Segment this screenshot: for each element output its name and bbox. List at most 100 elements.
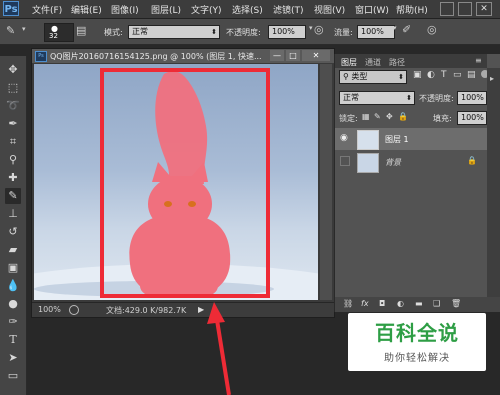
minimize-document-button[interactable]: — <box>270 50 284 61</box>
brush-tool-icon[interactable]: ✎ <box>6 24 15 37</box>
filter-pixel-icon[interactable]: ▣ <box>413 70 422 80</box>
eraser-tool-icon[interactable]: ▰ <box>5 242 21 258</box>
tab-layers[interactable]: 图层 <box>341 57 357 68</box>
airbrush-icon[interactable]: ✐ <box>402 23 411 36</box>
mode-label: 模式: <box>104 28 123 37</box>
lasso-tool-icon[interactable]: ➰ <box>5 98 21 114</box>
tools-panel: ✥ ⬚ ➰ ✒ ⌗ ⚲ ✚ ✎ ⊥ ↺ ▰ ▣ 💧 ● ✑ T ➤ ▭ <box>0 56 27 395</box>
chevron-down-icon: ⬍ <box>406 94 412 102</box>
fill-label: 填充: <box>433 114 452 123</box>
filter-adjustment-icon[interactable]: ◐ <box>427 70 435 80</box>
filter-smart-object-icon[interactable]: ▤ <box>467 70 476 80</box>
move-tool-icon[interactable]: ✥ <box>5 62 21 78</box>
menu-filter[interactable]: 滤镜(T) <box>273 3 304 16</box>
pressure-size-icon[interactable]: ◎ <box>427 23 437 36</box>
vertical-scrollbar[interactable] <box>320 64 332 300</box>
document-info: 文档:429.0 K/982.7K <box>106 306 187 315</box>
menu-view[interactable]: 视图(V) <box>314 3 345 16</box>
brush-panel-toggle-icon[interactable]: ▤ <box>76 24 86 37</box>
new-layer-icon[interactable]: ❑ <box>433 299 440 308</box>
menu-layer[interactable]: 图层(L) <box>151 3 181 16</box>
filter-kind-value: 类型 <box>351 72 368 81</box>
menu-edit[interactable]: 编辑(E) <box>71 3 102 16</box>
type-tool-icon[interactable]: T <box>5 332 21 348</box>
cat-right-eye <box>188 201 196 207</box>
eyedropper-tool-icon[interactable]: ⚲ <box>5 152 21 168</box>
document-title: QQ图片20160716154125.png @ 100% (图层 1, 快速.… <box>50 52 262 61</box>
menu-window[interactable]: 窗口(W) <box>355 3 389 16</box>
path-selection-tool-icon[interactable]: ➤ <box>5 350 21 366</box>
opacity-input[interactable]: 100% <box>268 25 306 39</box>
minimize-app-button[interactable] <box>440 2 454 16</box>
brush-tool-icon[interactable]: ✎ <box>5 188 21 204</box>
menu-help[interactable]: 帮助(H) <box>396 3 428 16</box>
shape-tool-icon[interactable]: ▭ <box>5 368 21 384</box>
chevron-down-icon[interactable]: ▾ <box>309 24 313 32</box>
layer-style-icon[interactable]: fx <box>361 299 369 308</box>
image-canvas[interactable] <box>34 64 318 300</box>
adjustment-layer-icon[interactable]: ◐ <box>397 299 404 308</box>
menu-image[interactable]: 图像(I) <box>111 3 139 16</box>
lock-image-icon[interactable]: ✎ <box>374 112 381 121</box>
menu-file[interactable]: 文件(F) <box>32 3 62 16</box>
gradient-tool-icon[interactable]: ▣ <box>5 260 21 276</box>
blend-mode-select[interactable]: 正常 ⬍ <box>339 91 415 105</box>
tool-preset-dropdown-icon[interactable]: ▾ <box>22 25 26 33</box>
healing-brush-tool-icon[interactable]: ✚ <box>5 170 21 186</box>
filter-kind-select[interactable]: ⚲ 类型 ⬍ <box>339 70 407 84</box>
history-brush-tool-icon[interactable]: ↺ <box>5 224 21 240</box>
quick-mask-cat <box>129 71 231 298</box>
menu-type[interactable]: 文字(Y) <box>191 3 222 16</box>
new-group-icon[interactable]: ▬ <box>415 299 423 308</box>
blur-tool-icon[interactable]: 💧 <box>5 278 21 294</box>
close-document-button[interactable]: ✕ <box>302 50 330 61</box>
panel-menu-icon[interactable]: ≡ <box>475 56 482 65</box>
photoshop-logo: Ps <box>3 1 19 16</box>
menu-select[interactable]: 选择(S) <box>232 3 263 16</box>
flow-input[interactable]: 100% <box>357 25 395 39</box>
filter-type-icon[interactable]: T <box>441 70 447 80</box>
chevron-down-icon: ⬍ <box>398 73 404 81</box>
visibility-toggle-off[interactable] <box>340 156 350 166</box>
watermark-subtitle: 助你轻松解决 <box>384 353 450 364</box>
layer-opacity-input[interactable]: 100% <box>457 91 487 105</box>
mode-select[interactable]: 正常 ⬍ <box>128 25 220 39</box>
mode-select-value: 正常 <box>132 27 148 36</box>
filter-shape-icon[interactable]: ▭ <box>453 70 462 80</box>
tab-channels[interactable]: 通道 <box>365 57 381 68</box>
quick-selection-tool-icon[interactable]: ✒ <box>5 116 21 132</box>
tab-paths[interactable]: 路径 <box>389 57 405 68</box>
clone-stamp-tool-icon[interactable]: ⊥ <box>5 206 21 222</box>
zoom-level[interactable]: 100% <box>38 305 61 314</box>
ps-document-icon: Ps <box>35 51 47 62</box>
fill-input[interactable]: 100% <box>457 111 487 125</box>
opacity-label: 不透明度: <box>226 28 261 37</box>
arrow-head-icon <box>207 302 225 324</box>
cat-right-paw <box>186 275 218 297</box>
zoom-options-icon[interactable] <box>69 305 79 315</box>
pressure-opacity-icon[interactable]: ◎ <box>314 23 324 36</box>
chevron-down-icon[interactable]: ▾ <box>393 24 397 32</box>
lock-position-icon[interactable]: ✥ <box>386 112 393 121</box>
layer-row-background[interactable]: 背景 🔒 <box>335 151 487 173</box>
restore-app-button[interactable] <box>458 2 472 16</box>
crop-tool-icon[interactable]: ⌗ <box>5 134 21 150</box>
document-tab[interactable]: Ps QQ图片20160716154125.png @ 100% (图层 1, … <box>32 49 334 63</box>
layer-row-layer1[interactable]: ◉ 图层 1 <box>335 128 487 150</box>
lock-all-icon[interactable]: 🔒 <box>398 112 408 121</box>
marquee-tool-icon[interactable]: ⬚ <box>5 80 21 96</box>
options-bar: ✎ ▾ ● 32 ▤ 模式: 正常 ⬍ 不透明度: 100% ▾ ◎ 流量: 1… <box>0 19 500 45</box>
lock-transparent-icon[interactable]: ▦ <box>362 112 370 121</box>
brush-preset-picker[interactable]: ● 32 <box>44 23 74 42</box>
delete-layer-icon[interactable]: 🗑 <box>451 299 461 308</box>
link-layers-icon[interactable]: ⛓ <box>343 299 353 308</box>
panel-collapse-icon[interactable]: ▸ <box>490 74 494 83</box>
pen-tool-icon[interactable]: ✑ <box>5 314 21 330</box>
watermark-logo: 百科全说 助你轻松解决 <box>348 313 486 371</box>
maximize-document-button[interactable]: □ <box>286 50 300 61</box>
add-mask-icon[interactable]: ◘ <box>379 299 385 308</box>
eye-icon[interactable]: ◉ <box>340 133 348 143</box>
cat-left-eye <box>164 201 172 207</box>
close-app-button[interactable]: ✕ <box>476 2 492 16</box>
dodge-tool-icon[interactable]: ● <box>5 296 21 312</box>
